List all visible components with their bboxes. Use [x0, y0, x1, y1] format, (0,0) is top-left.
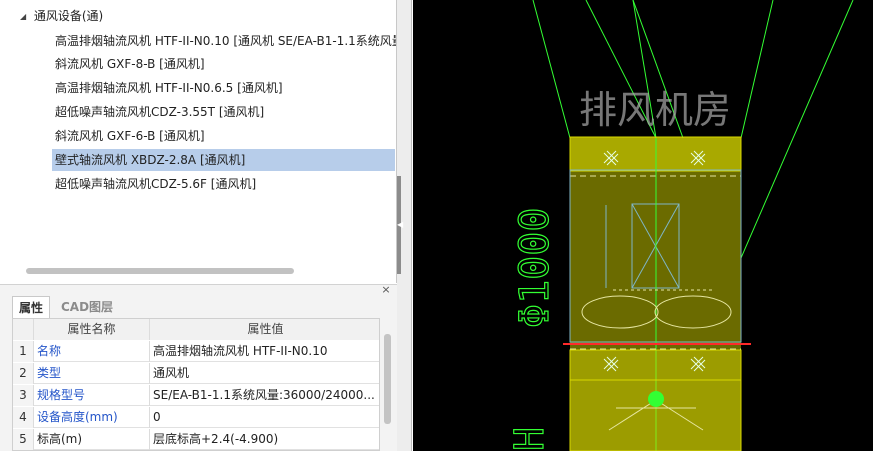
tree-item[interactable]: 斜流风机 GXF-8-B [通风机] [52, 53, 213, 75]
column-header-name: 属性名称 [34, 319, 150, 340]
tree-item[interactable]: 超低噪声轴流风机CDZ-3.55T [通风机] [52, 101, 272, 123]
cad-drawing: 排风机房 Φ1000 H [506, 0, 854, 451]
property-row[interactable]: 4 设备高度(mm) 0 [13, 407, 379, 428]
close-icon[interactable]: × [379, 284, 393, 296]
room-label: 排风机房 [579, 88, 731, 132]
column-header-value: 属性值 [150, 319, 379, 340]
property-scrollbar-thumb[interactable] [384, 334, 391, 424]
collapse-triangle-icon[interactable]: ◢ [20, 7, 30, 27]
row-number: 4 [13, 407, 34, 428]
property-row[interactable]: 1 名称 高温排烟轴流风机 HTF-II-N0.10 [13, 341, 379, 362]
property-value[interactable]: 0 [150, 407, 379, 428]
row-number: 3 [13, 385, 34, 406]
property-grid-header: 属性名称 属性值 [13, 319, 379, 340]
tab-cad-layers[interactable]: CAD图层 [52, 296, 122, 318]
tree-item[interactable]: 高温排烟轴流风机 HTF-II-N0.10 [通风机 SE/EA-B1-1.1系… [52, 30, 396, 52]
collapse-arrow-icon: ◀ [397, 220, 404, 229]
property-row[interactable]: 5 标高(m) 层底标高+2.4(-4.900) [13, 429, 379, 450]
tree-root-node[interactable]: ◢ 通风设备(通) [20, 6, 103, 26]
property-value[interactable]: 通风机 [150, 363, 379, 384]
elevation-text: H [507, 427, 553, 451]
tab-properties[interactable]: 属性 [12, 296, 50, 318]
property-name: 名称 [34, 341, 150, 362]
property-grid: 属性名称 属性值 1 名称 高温排烟轴流风机 HTF-II-N0.10 2 类型… [12, 318, 380, 451]
tree-item[interactable]: 斜流风机 GXF-6-B [通风机] [52, 125, 213, 147]
property-name: 类型 [34, 363, 150, 384]
cad-drawing-canvas[interactable]: 排风机房 Φ1000 H [413, 0, 873, 451]
row-number: 1 [13, 341, 34, 362]
property-value[interactable]: 高温排烟轴流风机 HTF-II-N0.10 [150, 341, 379, 362]
equipment-tree-panel: ◢ 通风设备(通) 高温排烟轴流风机 HTF-II-N0.10 [通风机 SE/… [0, 0, 397, 283]
row-number: 2 [13, 363, 34, 384]
property-value[interactable]: SE/EA-B1-1.1系统风量:36000/24000... [150, 385, 379, 406]
property-name: 标高(m) [34, 429, 150, 450]
row-number-header [13, 319, 34, 340]
tree-item[interactable]: 超低噪声轴流风机CDZ-5.6F [通风机] [52, 173, 264, 195]
tree-item[interactable]: 高温排烟轴流风机 HTF-II-N0.6.5 [通风机] [52, 77, 291, 99]
property-name: 规格型号 [34, 385, 150, 406]
tree-scrollbar-thumb[interactable] [26, 268, 294, 274]
tree-item-selected[interactable]: 壁式轴流风机 XBDZ-2.8A [通风机] [52, 149, 395, 171]
tree-root-label: 通风设备(通) [33, 9, 104, 23]
tree-horizontal-scrollbar[interactable] [12, 266, 395, 275]
property-name: 设备高度(mm) [34, 407, 150, 428]
property-row[interactable]: 3 规格型号 SE/EA-B1-1.1系统风量:36000/24000... [13, 385, 379, 406]
property-row[interactable]: 2 类型 通风机 [13, 363, 379, 384]
property-value[interactable]: 层底标高+2.4(-4.900) [150, 429, 379, 450]
row-number: 5 [13, 429, 34, 450]
dimension-text: Φ1000 [512, 208, 558, 328]
fan-node-icon [648, 391, 664, 407]
property-vertical-scrollbar[interactable] [380, 318, 394, 451]
